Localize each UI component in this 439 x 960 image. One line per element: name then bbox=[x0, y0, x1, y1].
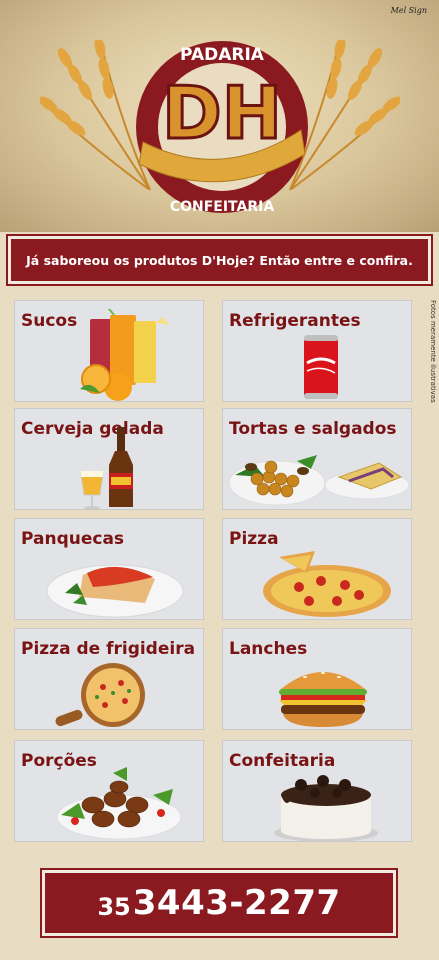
tagline-text: Já saboreou os produtos D'Hoje? Então en… bbox=[26, 252, 413, 268]
product-card-confeitaria: Confeitaria bbox=[222, 740, 412, 842]
pizza-icon bbox=[263, 551, 391, 617]
product-label: Pizza bbox=[229, 529, 279, 549]
soda-can-icon bbox=[304, 335, 338, 399]
logo-bottom-text: CONFEITARIA bbox=[170, 199, 275, 215]
phone-number[interactable]: 3443-2277 bbox=[133, 883, 341, 923]
designer-signature: Mel Sign bbox=[390, 6, 427, 15]
product-card-pizza-frigideira: Pizza de frigideira bbox=[14, 628, 204, 730]
header-banner: Mel Sign PADARIA DH CONFEITARIA bbox=[0, 0, 439, 232]
bakery-logo: PADARIA DH CONFEITARIA bbox=[136, 41, 308, 215]
portions-icon bbox=[56, 767, 182, 840]
disclaimer-text: Fotos meramente ilustrativas bbox=[429, 300, 437, 403]
logo-top-text: PADARIA bbox=[180, 45, 265, 65]
product-card-panquecas: Panquecas bbox=[14, 518, 204, 620]
beer-bottle-icon bbox=[80, 427, 133, 509]
pan-pizza-icon bbox=[55, 663, 145, 727]
product-card-tortas: Tortas e salgados bbox=[222, 408, 412, 510]
product-label: Refrigerantes bbox=[229, 311, 361, 331]
product-label: Sucos bbox=[21, 311, 78, 331]
product-label: Pizza de frigideira bbox=[21, 639, 196, 659]
product-card-porcoes: Porções bbox=[14, 740, 204, 842]
product-card-pizza: Pizza bbox=[222, 518, 412, 620]
pancakes-icon bbox=[46, 564, 184, 618]
savory-snacks-icon bbox=[228, 455, 410, 506]
product-label: Lanches bbox=[229, 639, 308, 659]
burger-icon bbox=[279, 672, 367, 727]
product-card-cerveja: Cerveja gelada bbox=[14, 408, 204, 510]
tagline-banner: Já saboreou os produtos D'Hoje? Então en… bbox=[6, 234, 433, 286]
disclaimer: Fotos meramente ilustrativas bbox=[428, 300, 438, 410]
product-card-refrigerantes: Refrigerantes bbox=[222, 300, 412, 402]
juice-glasses-icon bbox=[80, 309, 169, 401]
product-label: Confeitaria bbox=[229, 751, 336, 771]
logo-initials: DH bbox=[162, 71, 282, 155]
product-label: Tortas e salgados bbox=[229, 419, 397, 439]
phone-banner[interactable]: 35 3443-2277 bbox=[40, 868, 398, 938]
cake-icon bbox=[274, 775, 378, 841]
product-card-lanches: Lanches bbox=[222, 628, 412, 730]
product-label: Panquecas bbox=[21, 529, 125, 549]
product-card-sucos: Sucos bbox=[14, 300, 204, 402]
phone-area-code: 35 bbox=[97, 893, 131, 921]
